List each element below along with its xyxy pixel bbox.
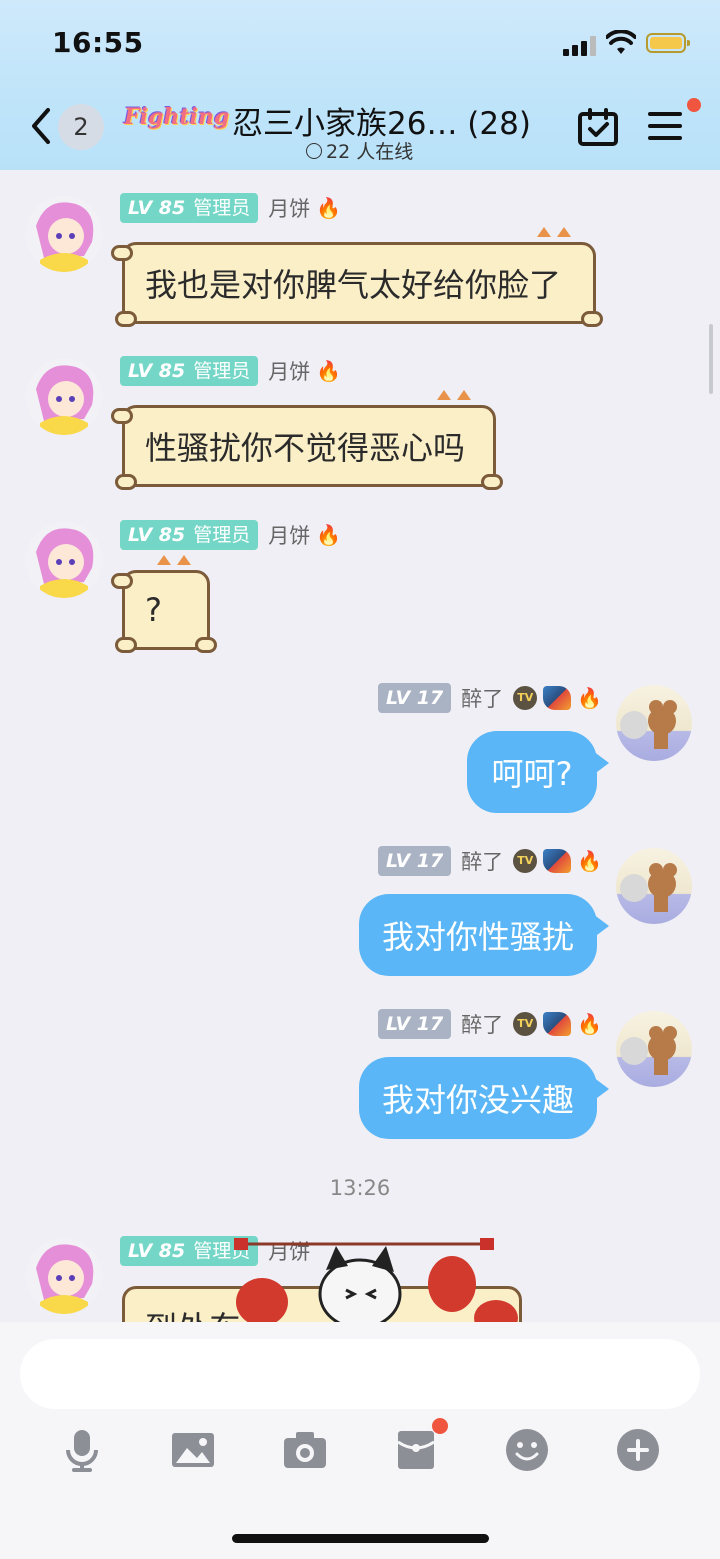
message-bubble[interactable]: 呵呵? [467, 731, 609, 813]
wing-badge-icon [543, 686, 572, 710]
group-logo: Fighting [124, 104, 230, 130]
menu-icon[interactable] [648, 110, 682, 142]
cat-ears-decoration [151, 555, 199, 577]
redpacket-icon[interactable] [395, 1428, 439, 1472]
nickname[interactable]: 月饼 [268, 520, 310, 550]
paw-decoration [115, 474, 137, 490]
tv-badge-icon: TV [513, 686, 538, 710]
calendar-check-icon[interactable] [578, 108, 618, 146]
unread-count-badge[interactable]: 2 [58, 104, 104, 150]
scrollbar[interactable] [709, 324, 713, 394]
mic-icon[interactable] [60, 1428, 104, 1472]
message-bubble[interactable]: 我对你没兴趣 [359, 1057, 609, 1139]
sender-meta: LV 85 管理员 月饼 🔥 [120, 520, 341, 550]
back-chevron-icon[interactable] [26, 106, 56, 146]
emoji-icon[interactable] [505, 1428, 549, 1472]
battery-icon [646, 33, 690, 53]
paw-decoration [115, 637, 137, 653]
level-badge: LV 17 [378, 1009, 452, 1039]
fire-icon: 🔥 [316, 196, 342, 220]
fire-icon: 🔥 [577, 1012, 603, 1036]
wifi-icon [606, 30, 636, 54]
paw-decoration [115, 311, 137, 327]
fire-icon: 🔥 [316, 359, 342, 383]
paw-decoration [581, 311, 603, 327]
tv-badge-icon: TV [513, 849, 538, 873]
cat-ears-decoration [431, 390, 479, 412]
avatar[interactable] [616, 685, 692, 761]
lantern-sticker [234, 1238, 518, 1328]
online-chevron-icon [306, 143, 322, 159]
avatar[interactable] [26, 1238, 102, 1314]
header: 16:55 2 Fighting 忍三小家族26… (28) 22 人在线 [0, 0, 720, 170]
paw-decoration [111, 573, 133, 589]
paw-decoration [481, 474, 503, 490]
notification-dot [432, 1418, 448, 1434]
level-badge: LV 85 管理员 [120, 520, 259, 550]
avatar[interactable] [616, 1011, 692, 1087]
message-input[interactable] [20, 1339, 700, 1409]
avatar[interactable] [616, 848, 692, 924]
message-timestamp: 13:26 [329, 1176, 391, 1200]
fire-icon: 🔥 [577, 849, 603, 873]
message-bubble[interactable]: 性骚扰你不觉得恶心吗 [111, 390, 503, 490]
wing-badge-icon [543, 849, 572, 873]
wing-badge-icon [543, 1012, 572, 1036]
camera-icon[interactable] [283, 1428, 327, 1472]
signal-icon [563, 36, 599, 56]
avatar[interactable] [26, 196, 102, 272]
nickname[interactable]: 月饼 [268, 193, 310, 223]
level-badge: LV 85 管理员 [120, 193, 259, 223]
nickname[interactable]: 醉了 [461, 683, 503, 713]
paw-decoration [111, 408, 133, 424]
avatar[interactable] [26, 522, 102, 598]
level-badge: LV 85 管理员 [120, 356, 259, 386]
home-indicator [232, 1534, 489, 1543]
message-bubble[interactable]: ? [111, 555, 217, 653]
avatar[interactable] [26, 359, 102, 435]
nickname[interactable]: 醉了 [461, 1009, 503, 1039]
level-badge: LV 17 [378, 846, 452, 876]
sender-meta: LV 17 醉了 TV 🔥 [378, 683, 602, 713]
nickname[interactable]: 醉了 [461, 846, 503, 876]
nickname[interactable]: 月饼 [268, 356, 310, 386]
plus-icon[interactable] [616, 1428, 660, 1472]
message-bubble[interactable]: 我对你性骚扰 [359, 894, 609, 976]
tv-badge-icon: TV [513, 1012, 538, 1036]
cat-ears-decoration [531, 227, 579, 249]
paw-decoration [111, 245, 133, 261]
sender-meta: LV 17 醉了 TV 🔥 [378, 846, 602, 876]
paw-decoration [195, 637, 217, 653]
level-badge: LV 17 [378, 683, 452, 713]
online-count[interactable]: 22 人在线 [306, 137, 413, 164]
notification-dot [687, 98, 701, 112]
status-time: 16:55 [52, 26, 144, 59]
message-bubble[interactable]: 我也是对你脾气太好给你脸了 [111, 227, 603, 327]
sender-meta: LV 85 管理员 月饼 🔥 [120, 356, 341, 386]
fire-icon: 🔥 [577, 686, 603, 710]
sender-meta: LV 17 醉了 TV 🔥 [378, 1009, 602, 1039]
sender-meta: LV 85 管理员 月饼 🔥 [120, 193, 341, 223]
image-icon[interactable] [171, 1428, 215, 1472]
fire-icon: 🔥 [316, 523, 342, 547]
